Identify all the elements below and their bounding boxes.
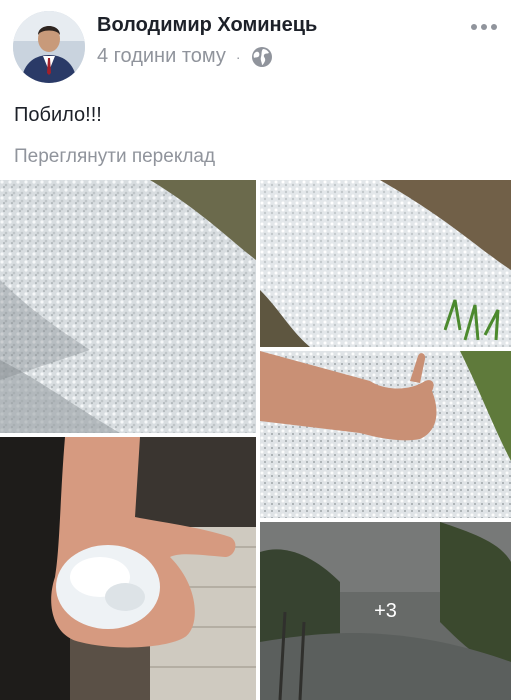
hand-holding-hailstones-photo[interactable] <box>0 437 256 700</box>
hail-and-grass-photo[interactable] <box>260 180 511 347</box>
author-name[interactable]: Володимир Хоминець <box>97 14 317 37</box>
more-photos-overlay[interactable]: +3 <box>260 522 511 700</box>
post-meta: 4 години тому · <box>97 45 273 68</box>
hail-on-ground-photo[interactable] <box>0 180 256 433</box>
globe-icon <box>251 46 272 67</box>
post-timestamp[interactable]: 4 години тому <box>97 45 226 68</box>
meta-separator: · <box>235 48 241 65</box>
hand-over-hail-photo[interactable] <box>260 351 511 518</box>
post-text: Побило!!! <box>14 104 102 126</box>
hailstorm-street-photo[interactable]: +3 <box>260 522 511 700</box>
more-options-icon[interactable] <box>471 24 497 30</box>
see-translation-link[interactable]: Переглянути переклад <box>14 146 215 168</box>
author-avatar[interactable] <box>13 11 85 83</box>
